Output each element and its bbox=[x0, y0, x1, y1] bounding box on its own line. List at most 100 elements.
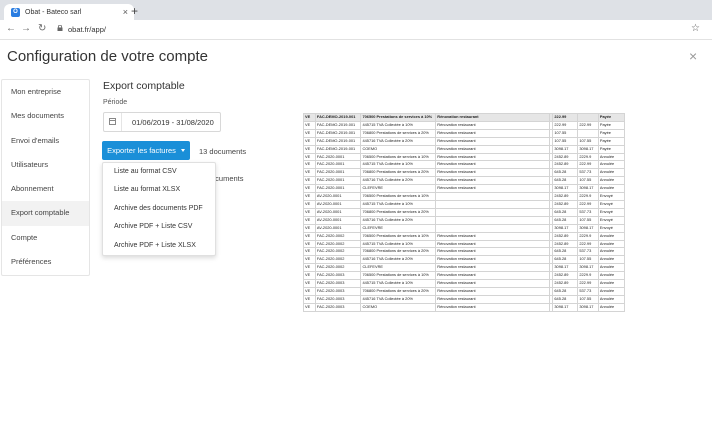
table-cell: AV-2020-0001 bbox=[314, 215, 362, 225]
table-cell: Annulée bbox=[597, 168, 625, 178]
table-cell: Rénovation restaurant bbox=[435, 231, 551, 241]
table-cell: VE bbox=[303, 223, 316, 233]
table-cell: 706500 Prestations de services à 10% bbox=[360, 231, 437, 241]
sidebar-item-export-comptable[interactable]: Export comptable bbox=[2, 201, 89, 226]
table-cell: VE bbox=[303, 239, 316, 249]
table-cell: 445715 TVA Collectée à 10% bbox=[360, 279, 437, 288]
table-cell: VE bbox=[303, 128, 316, 138]
sidebar-item-utilisateurs[interactable]: Utilisateurs bbox=[2, 153, 89, 177]
menu-item-pdf-csv[interactable]: Archive PDF + Liste CSV bbox=[103, 218, 215, 236]
table-cell: CLEFEVRE bbox=[360, 184, 437, 194]
export-invoices-button[interactable]: Exporter les factures bbox=[102, 141, 190, 160]
table-cell: 445716 TVA Collectée à 20% bbox=[360, 136, 437, 146]
settings-sidebar: Mon entreprise Mes documents Envoi d'ema… bbox=[1, 79, 90, 276]
new-tab-icon[interactable]: + bbox=[131, 4, 138, 18]
table-cell: 2229.9 bbox=[577, 192, 599, 201]
close-settings-icon[interactable]: × bbox=[689, 48, 697, 64]
table-row: VE FAC-2020-0002 445716 TVA Collectée à 20… bbox=[303, 255, 625, 265]
table-cell: Rénovation restaurant bbox=[435, 286, 551, 296]
table-cell: FAC-2020-0003 bbox=[314, 279, 362, 288]
table-cell: 3098.17 bbox=[577, 184, 599, 194]
preview-table: VE FAC-DEMO-2019-001 706500 Prestations de… bbox=[303, 113, 625, 312]
table-cell: 107.55 bbox=[577, 294, 599, 304]
table-row: VE FAC-2020-0002 706800 Prestations de ser… bbox=[303, 247, 625, 257]
table-cell: 3098.17 bbox=[577, 144, 599, 154]
document-count: 13 documents bbox=[199, 147, 247, 156]
table-cell: Rénovation restaurant bbox=[435, 247, 551, 257]
sidebar-item-mes-documents[interactable]: Mes documents bbox=[2, 104, 89, 128]
table-cell: Annulée bbox=[597, 279, 625, 288]
table-cell: 3098.17 bbox=[552, 302, 579, 312]
bookmark-star-icon[interactable]: ☆ bbox=[691, 23, 700, 35]
table-cell: VE bbox=[303, 207, 316, 217]
table-cell: AV-2020-0001 bbox=[314, 199, 362, 209]
calendar-button[interactable] bbox=[104, 113, 122, 131]
table-cell: Rénovation restaurant bbox=[435, 263, 551, 273]
table-cell: 445716 TVA Collectée à 20% bbox=[360, 255, 437, 265]
table-cell: 706800 Prestations de services à 20% bbox=[360, 247, 437, 257]
sidebar-item-preferences[interactable]: Préférences bbox=[2, 250, 89, 274]
table-cell: Annulée bbox=[597, 176, 625, 186]
table-cell: Rénovation restaurant bbox=[435, 168, 551, 178]
table-cell: 107.55 bbox=[577, 176, 599, 186]
lock-icon bbox=[57, 25, 63, 31]
menu-item-pdf-archive[interactable]: Archive des documents PDF bbox=[103, 200, 215, 218]
table-cell: FAC-2020-0001 bbox=[314, 176, 362, 186]
reload-icon[interactable]: ↻ bbox=[38, 23, 46, 35]
table-cell: 3098.17 bbox=[552, 223, 579, 233]
table-cell: 645.28 bbox=[552, 176, 579, 186]
date-range-input[interactable]: 01/06/2019 - 31/08/2020 bbox=[103, 112, 221, 132]
table-header-row: VE FAC-DEMO-2019-001 706500 Prestations de… bbox=[303, 113, 625, 122]
table-cell: Payée bbox=[597, 128, 625, 138]
table-cell: Rénovation restaurant bbox=[435, 152, 551, 162]
table-cell: 445715 TVA Collectée à 10% bbox=[360, 120, 437, 130]
menu-item-xlsx[interactable]: Liste au format XLSX bbox=[103, 181, 215, 199]
menu-item-csv[interactable]: Liste au format CSV bbox=[103, 163, 215, 181]
table-row: VE FAC-2020-0001 706500 Prestations de ser… bbox=[303, 152, 625, 162]
back-icon[interactable]: ← bbox=[6, 23, 16, 35]
close-tab-icon[interactable]: × bbox=[123, 7, 128, 17]
menu-item-pdf-xlsx[interactable]: Archive PDF + Liste XLSX bbox=[103, 237, 215, 255]
table-cell: Envoyé bbox=[597, 199, 625, 209]
table-cell: Envoyé bbox=[597, 215, 625, 225]
sidebar-item-compte[interactable]: Compte bbox=[2, 226, 89, 250]
table-cell: FAC-DEMO-2019-001 bbox=[314, 120, 362, 130]
table-cell: 222.99 bbox=[577, 120, 599, 130]
table-cell: 2452.89 bbox=[552, 152, 579, 162]
table-cell: 3098.17 bbox=[577, 223, 599, 233]
table-row: VE FAC-2020-0002 706500 Prestations de ser… bbox=[303, 231, 625, 241]
table-cell: 107.55 bbox=[577, 136, 599, 146]
sidebar-item-mon-entreprise[interactable]: Mon entreprise bbox=[2, 80, 89, 104]
table-cell: FAC-2020-0003 bbox=[314, 286, 362, 296]
browser-tab[interactable]: O Obat - Bateco sarl × bbox=[4, 4, 134, 20]
table-cell: FAC-2020-0002 bbox=[314, 231, 362, 241]
table-cell: Rénovation restaurant bbox=[435, 279, 551, 288]
table-cell: 2452.89 bbox=[552, 239, 579, 249]
sidebar-item-envoi-emails[interactable]: Envoi d'emails bbox=[2, 129, 89, 153]
table-cell: FAC-2020-0002 bbox=[314, 247, 362, 257]
table-cell: Annulée bbox=[597, 160, 625, 170]
table-cell: VE bbox=[303, 144, 316, 154]
table-cell: Rénovation restaurant bbox=[435, 239, 551, 249]
forward-icon[interactable]: → bbox=[21, 23, 31, 35]
table-cell: VE bbox=[303, 215, 316, 225]
table-cell: 706800 Prestations de services à 20% bbox=[360, 128, 437, 138]
table-cell: 645.28 bbox=[552, 247, 579, 257]
browser-tabstrip: O Obat - Bateco sarl × + bbox=[0, 0, 712, 20]
table-cell: VE bbox=[303, 286, 316, 296]
table-cell: 2452.89 bbox=[552, 160, 579, 170]
table-cell: FAC-DEMO-2019-001 bbox=[314, 136, 362, 146]
table-cell: 2229.9 bbox=[577, 271, 599, 281]
table-cell: 537.73 bbox=[577, 168, 599, 178]
table-cell: 537.73 bbox=[577, 286, 599, 296]
table-cell: VE bbox=[303, 192, 316, 201]
table-cell: 107.55 bbox=[552, 128, 579, 138]
sidebar-item-abonnement[interactable]: Abonnement bbox=[2, 177, 89, 201]
table-cell: 645.28 bbox=[552, 168, 579, 178]
table-cell: VE bbox=[303, 247, 316, 257]
table-cell: 107.55 bbox=[552, 136, 579, 146]
table-cell: 706800 Prestations de services à 20% bbox=[360, 207, 437, 217]
address-bar[interactable]: obat.fr/app/ bbox=[68, 24, 106, 35]
table-cell: Annulée bbox=[597, 231, 625, 241]
table-cell: COEMO bbox=[360, 144, 437, 154]
